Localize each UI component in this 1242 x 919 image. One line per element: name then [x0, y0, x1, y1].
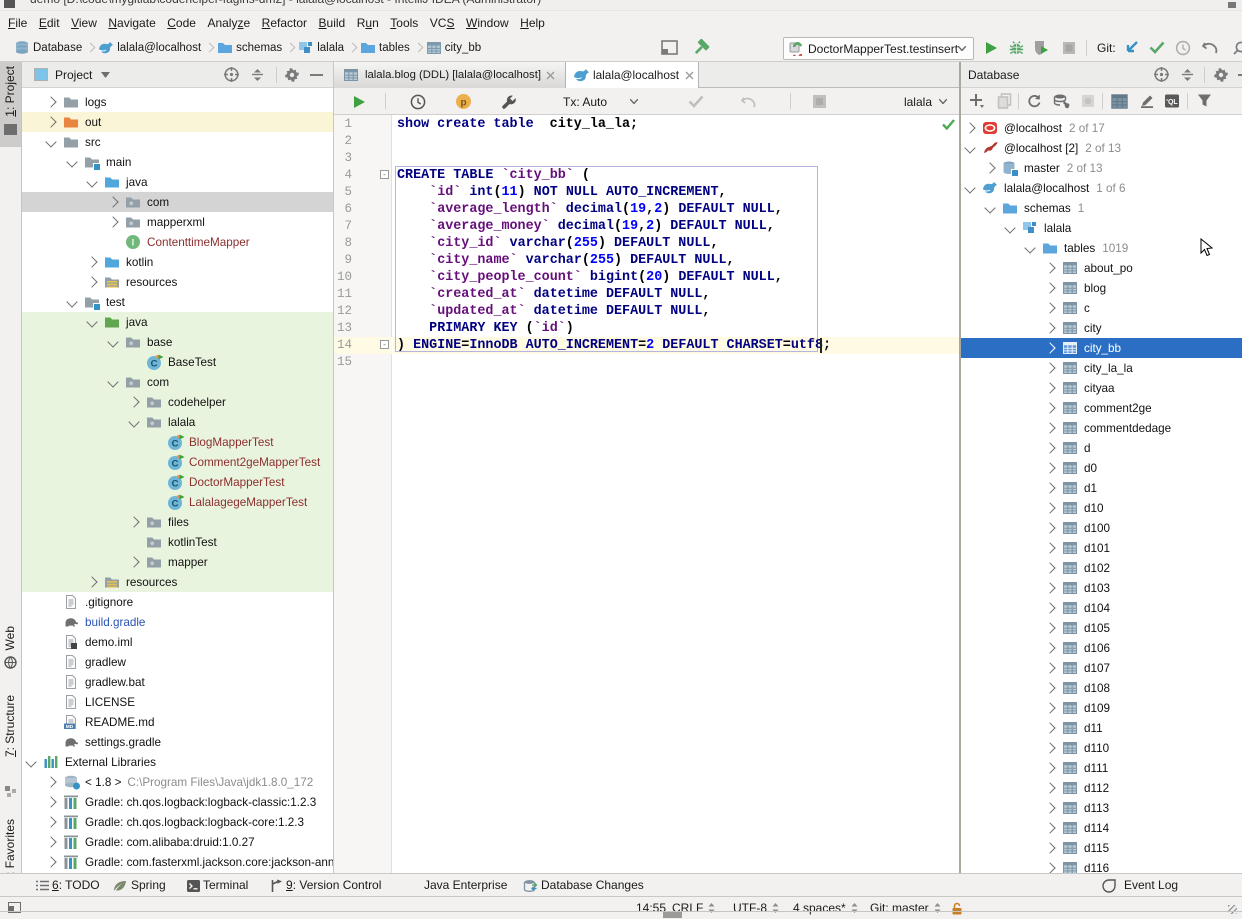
- svg-text:C: C: [172, 439, 179, 450]
- svg-text:C: C: [172, 499, 179, 510]
- svg-text:MD: MD: [66, 724, 74, 730]
- svg-text:C: C: [172, 479, 179, 490]
- svg-text:C: C: [151, 359, 158, 370]
- svg-text:I: I: [132, 238, 135, 249]
- svg-text:'QL: 'QL: [1166, 99, 1178, 106]
- svg-text:p: p: [460, 98, 466, 109]
- svg-text:C: C: [172, 459, 179, 470]
